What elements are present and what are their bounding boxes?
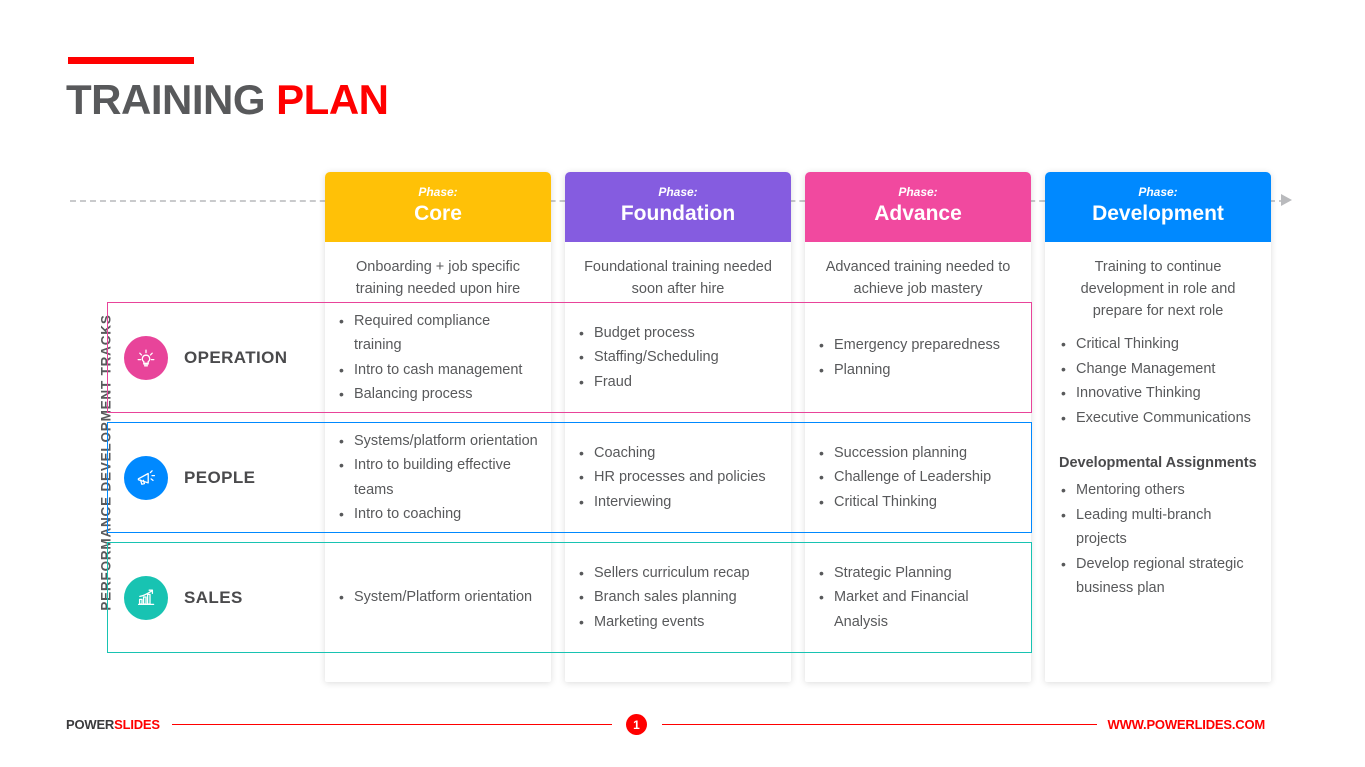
list-item: Planning — [817, 358, 1021, 383]
phase-description: Foundational training needed soon after … — [584, 259, 772, 297]
track-name: OPERATION — [184, 347, 288, 367]
megaphone-icon — [124, 455, 168, 500]
footer-divider-left — [172, 724, 612, 725]
track-head-operation: OPERATION — [108, 303, 326, 412]
list-item: Fraud — [577, 370, 781, 395]
bullet-list: Sellers curriculum recap Branch sales pl… — [577, 561, 781, 635]
cell-people-core: Systems/platform orientation Intro to bu… — [325, 422, 551, 533]
phase-name: Development — [1092, 202, 1224, 225]
title-accent-rule — [68, 57, 194, 64]
list-item: System/Platform orientation — [337, 585, 541, 610]
list-item: Strategic Planning — [817, 561, 1021, 586]
footer-logo-part1: POWER — [66, 717, 115, 732]
track-name: SALES — [184, 587, 243, 607]
list-item: Critical Thinking — [1059, 332, 1257, 357]
phase-header-development: Phase: Development — [1045, 172, 1271, 242]
phase-header-foundation: Phase: Foundation — [565, 172, 791, 242]
list-item: Systems/platform orientation — [337, 429, 541, 454]
page-title-part1: TRAINING — [66, 76, 277, 123]
phase-header-core: Phase: Core — [325, 172, 551, 242]
list-item: Succession planning — [817, 441, 1021, 466]
list-item: Change Management — [1059, 357, 1257, 382]
phase-kicker: Phase: — [1138, 185, 1178, 199]
list-item: Intro to cash management — [337, 358, 541, 383]
cell-sales-core: System/Platform orientation — [325, 542, 551, 653]
development-assignments-title: Developmental Assignments — [1059, 455, 1257, 471]
phase-header-advance: Phase: Advance — [805, 172, 1031, 242]
cell-people-advance: Succession planning Challenge of Leaders… — [805, 422, 1031, 533]
phase-kicker: Phase: — [898, 185, 938, 199]
list-item: Emergency preparedness — [817, 333, 1021, 358]
cell-operation-foundation: Budget process Staffing/Scheduling Fraud — [565, 302, 791, 413]
list-item: Sellers curriculum recap — [577, 561, 781, 586]
list-item: Budget process — [577, 321, 781, 346]
list-item: HR processes and policies — [577, 465, 781, 490]
track-head-sales: SALES — [108, 543, 326, 652]
list-item: Challenge of Leadership — [817, 465, 1021, 490]
development-skills-list: Critical Thinking Change Management Inno… — [1059, 332, 1257, 430]
bullet-list: Systems/platform orientation Intro to bu… — [337, 429, 541, 527]
cell-operation-core: Required compliance training Intro to ca… — [325, 302, 551, 413]
list-item: Critical Thinking — [817, 490, 1021, 515]
development-assignments-list: Mentoring others Leading multi-branch pr… — [1059, 478, 1257, 601]
list-item: Mentoring others — [1059, 478, 1257, 503]
page-title: TRAINING PLAN — [66, 74, 389, 126]
bullet-list: Required compliance training Intro to ca… — [337, 309, 541, 407]
list-item: Executive Communications — [1059, 406, 1257, 431]
phase-description: Training to continue development in role… — [1080, 259, 1236, 319]
track-name: PEOPLE — [184, 467, 256, 487]
cell-sales-advance: Strategic Planning Market and Financial … — [805, 542, 1031, 653]
list-item: Interviewing — [577, 490, 781, 515]
growth-chart-icon — [124, 575, 168, 620]
list-item: Intro to coaching — [337, 502, 541, 527]
development-column-body: Critical Thinking Change Management Inno… — [1045, 332, 1271, 601]
footer-logo: POWERSLIDES — [66, 717, 160, 732]
list-item: Required compliance training — [337, 309, 541, 358]
page-title-part2: PLAN — [276, 76, 389, 123]
footer-page-number: 1 — [626, 714, 647, 735]
list-item: Staffing/Scheduling — [577, 345, 781, 370]
bullet-list: Emergency preparedness Planning — [817, 333, 1021, 382]
track-head-people: PEOPLE — [108, 423, 326, 532]
phase-kicker: Phase: — [418, 185, 458, 199]
footer-divider-right — [662, 724, 1097, 725]
cell-operation-advance: Emergency preparedness Planning — [805, 302, 1031, 413]
bullet-list: Coaching HR processes and policies Inter… — [577, 441, 781, 515]
list-item: Leading multi-branch projects — [1059, 503, 1257, 552]
list-item: Innovative Thinking — [1059, 381, 1257, 406]
list-item: Intro to building effective teams — [337, 453, 541, 502]
phase-kicker: Phase: — [658, 185, 698, 199]
phase-name: Foundation — [620, 202, 736, 225]
bullet-list: System/Platform orientation — [337, 585, 541, 610]
phase-name: Core — [414, 202, 462, 225]
bullet-list: Budget process Staffing/Scheduling Fraud — [577, 321, 781, 395]
list-item: Develop regional strategic business plan — [1059, 552, 1257, 601]
phase-description: Advanced training needed to achieve job … — [825, 259, 1011, 297]
cell-sales-foundation: Sellers curriculum recap Branch sales pl… — [565, 542, 791, 653]
lightbulb-icon — [124, 335, 168, 380]
list-item: Branch sales planning — [577, 585, 781, 610]
phase-description: Onboarding + job specific training neede… — [355, 259, 521, 297]
list-item: Market and Financial Analysis — [817, 585, 1021, 634]
bullet-list: Succession planning Challenge of Leaders… — [817, 441, 1021, 515]
footer-url: WWW.POWERLIDES.COM — [1107, 717, 1266, 732]
phase-name: Advance — [874, 202, 962, 225]
list-item: Coaching — [577, 441, 781, 466]
list-item: Balancing process — [337, 382, 541, 407]
footer-logo-part2: SLIDES — [114, 717, 160, 732]
bullet-list: Strategic Planning Market and Financial … — [817, 561, 1021, 635]
list-item: Marketing events — [577, 610, 781, 635]
cell-people-foundation: Coaching HR processes and policies Inter… — [565, 422, 791, 533]
timeline-arrow-icon — [1281, 194, 1292, 206]
